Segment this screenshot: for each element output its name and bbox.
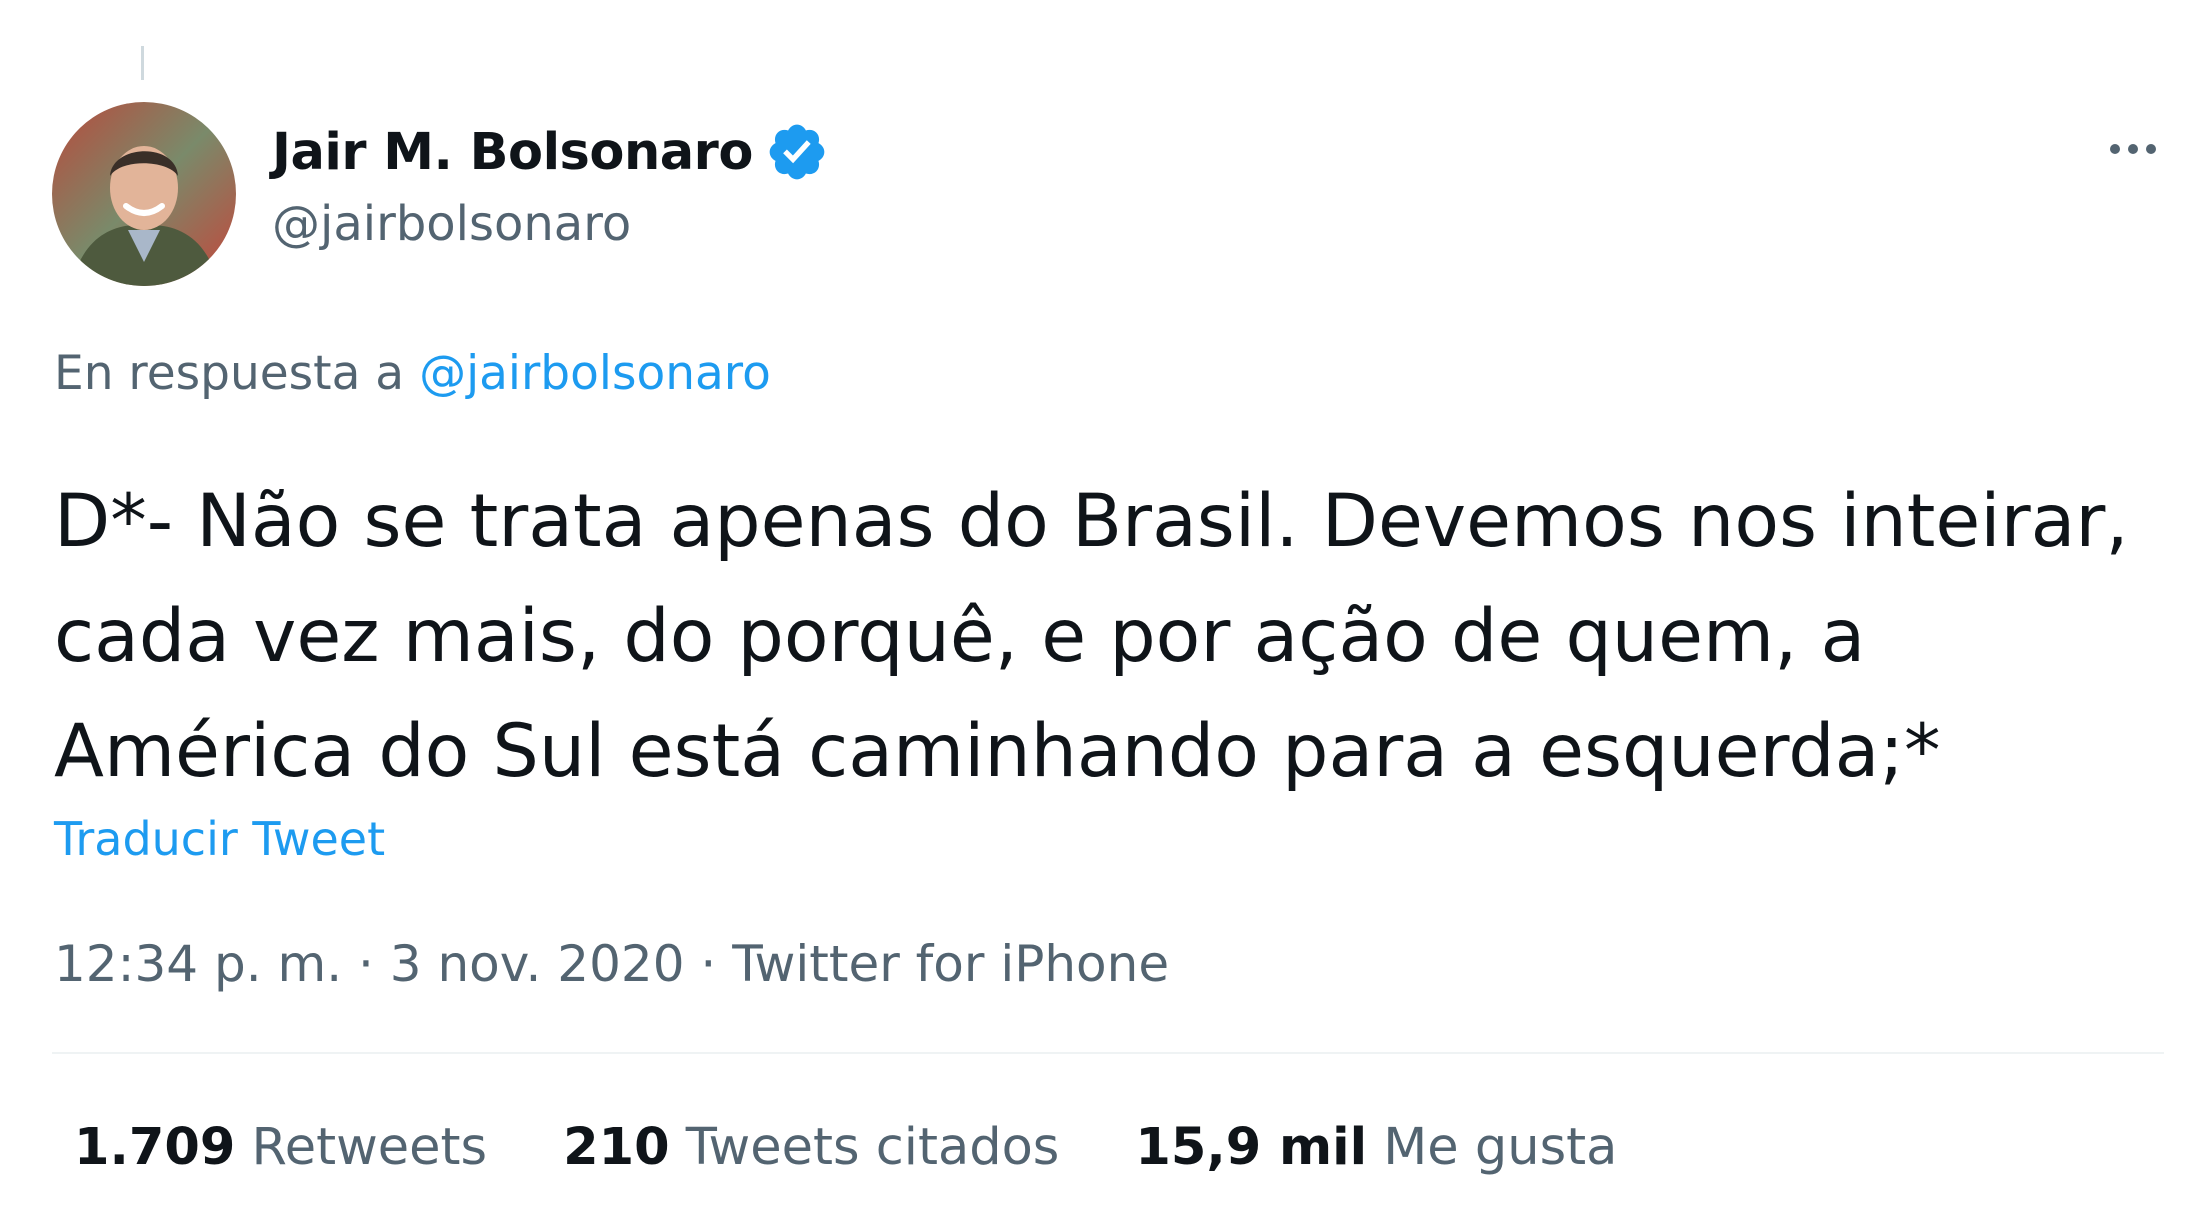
likes-count: 15,9 mil	[1135, 1118, 1368, 1177]
verified-badge-icon	[769, 124, 825, 180]
more-dot	[2146, 144, 2156, 154]
retweets-count: 1.709	[74, 1118, 236, 1177]
retweets-label: Retweets	[251, 1118, 488, 1177]
tweet-timestamp-source[interactable]: 12:34 p. m. · 3 nov. 2020 · Twitter for …	[54, 935, 1169, 993]
likes-stat[interactable]: 15,9 mil Me gusta	[1135, 1118, 1617, 1177]
reply-to-handle-link[interactable]: @jairbolsonaro	[419, 346, 771, 401]
quote-tweets-stat[interactable]: 210 Tweets citados	[563, 1118, 1059, 1177]
more-options-button[interactable]	[2098, 122, 2168, 176]
tweet-stats: 1.709 Retweets 210 Tweets citados 15,9 m…	[74, 1118, 1693, 1177]
reply-context-prefix: En respuesta a	[54, 346, 420, 401]
author-handle[interactable]: @jairbolsonaro	[272, 196, 829, 252]
avatar[interactable]	[52, 102, 236, 286]
quote-tweets-count: 210	[563, 1118, 670, 1177]
retweets-stat[interactable]: 1.709 Retweets	[74, 1118, 487, 1177]
tweet-card: Jair M. Bolsonaro @jairbolsonaro En resp…	[0, 0, 2199, 1215]
quote-tweets-label: Tweets citados	[685, 1118, 1060, 1177]
tweet-body-text: D*- Não se trata apenas do Brasil. Devem…	[54, 479, 2129, 794]
author-block: Jair M. Bolsonaro @jairbolsonaro	[272, 116, 829, 252]
likes-label: Me gusta	[1383, 1118, 1618, 1177]
author-display-name[interactable]: Jair M. Bolsonaro	[272, 123, 753, 182]
divider	[52, 1052, 2164, 1054]
translate-tweet-link[interactable]: Traducir Tweet	[54, 812, 385, 866]
name-row: Jair M. Bolsonaro	[272, 116, 829, 188]
profile-photo-icon	[52, 102, 236, 286]
more-dot	[2128, 144, 2138, 154]
thread-connector-line	[141, 46, 144, 80]
more-dots-icon	[2110, 144, 2120, 154]
reply-context: En respuesta a @jairbolsonaro	[54, 346, 771, 401]
